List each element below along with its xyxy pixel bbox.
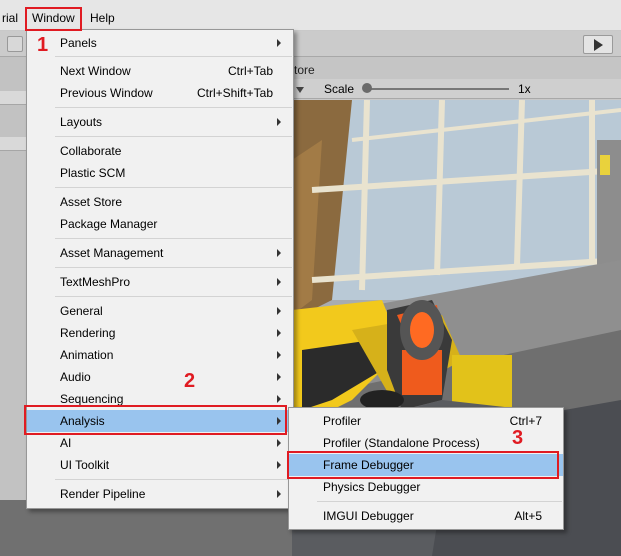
menubar-item-tutorial[interactable]: rial — [2, 11, 18, 25]
menu-item-label: General — [60, 304, 103, 318]
menu-item-label: Asset Management — [60, 246, 164, 260]
menu-separator — [55, 56, 292, 57]
menu-separator — [55, 187, 292, 188]
chevron-right-icon — [277, 439, 283, 447]
menu-item-label: Render Pipeline — [60, 487, 146, 501]
menu-item-asset-store[interactable]: Asset Store — [27, 191, 293, 213]
menu-item-animation[interactable]: Animation — [27, 344, 293, 366]
chevron-right-icon — [277, 307, 283, 315]
chevron-right-icon — [277, 461, 283, 469]
step-number-2: 2 — [184, 370, 196, 392]
menu-item-shortcut: Alt+5 — [514, 509, 542, 523]
menu-item-textmeshpro[interactable]: TextMeshPro — [27, 271, 293, 293]
tab-strip: tore — [292, 57, 621, 79]
menu-separator — [55, 479, 292, 480]
menu-separator — [55, 296, 292, 297]
menu-separator — [55, 107, 292, 108]
menu-item-render-pipeline[interactable]: Render Pipeline — [27, 483, 293, 505]
menu-item-ui-toolkit[interactable]: UI Toolkit — [27, 454, 293, 476]
menu-separator — [55, 136, 292, 137]
menu-item-label: Layouts — [60, 115, 103, 129]
step-number-3: 3 — [512, 427, 524, 449]
chevron-right-icon — [277, 249, 283, 257]
toolbar-button[interactable] — [7, 36, 23, 52]
hierarchy-panel-edge — [0, 57, 28, 556]
chevron-right-icon — [277, 329, 283, 337]
menu-separator — [55, 238, 292, 239]
menu-item-rendering[interactable]: Rendering — [27, 322, 293, 344]
highlight-box-analysis — [24, 405, 287, 435]
chevron-right-icon — [277, 373, 283, 381]
menu-bar: rial Window Help — [0, 0, 621, 31]
menu-item-package-manager[interactable]: Package Manager — [27, 213, 293, 235]
chevron-right-icon — [277, 490, 283, 498]
menu-item-ai[interactable]: AI — [27, 432, 293, 454]
highlight-box-window-menu — [25, 7, 82, 31]
asset-store-tab-label[interactable]: tore — [294, 63, 315, 77]
menu-item-label: Profiler — [323, 414, 362, 428]
scale-slider-track[interactable] — [364, 88, 509, 90]
menu-item-imgui-debugger[interactable]: IMGUI Debugger Alt+5 — [289, 505, 563, 527]
menu-separator — [55, 267, 292, 268]
menu-item-layouts[interactable]: Layouts — [27, 111, 293, 133]
menu-item-label: Rendering — [60, 326, 116, 340]
scale-value: 1x — [518, 82, 531, 96]
step-number-1: 1 — [37, 34, 49, 56]
menu-item-label: TextMeshPro — [60, 275, 131, 289]
menu-item-shortcut: Ctrl+Shift+Tab — [196, 86, 273, 100]
menu-item-audio[interactable]: Audio — [27, 366, 293, 388]
menu-item-label: Collaborate — [60, 144, 122, 158]
menu-item-label: Profiler (Standalone Process) — [323, 436, 480, 450]
play-button[interactable] — [583, 35, 613, 54]
menu-item-label: Audio — [60, 370, 91, 384]
menu-item-label: AI — [60, 436, 72, 450]
chevron-right-icon — [277, 351, 283, 359]
menu-item-label: Asset Store — [60, 195, 123, 209]
chevron-right-icon — [277, 39, 283, 47]
menu-item-asset-management[interactable]: Asset Management — [27, 242, 293, 264]
menu-item-shortcut: Ctrl+Tab — [227, 64, 273, 78]
menu-item-label: Plastic SCM — [60, 166, 126, 180]
menu-item-label: Panels — [60, 36, 97, 50]
menu-item-label: Sequencing — [60, 392, 124, 406]
menu-item-label: Previous Window — [60, 86, 153, 100]
menu-item-collaborate[interactable]: Collaborate — [27, 140, 293, 162]
menu-item-label: Physics Debugger — [323, 480, 421, 494]
chevron-right-icon — [277, 395, 283, 403]
menu-item-previous-window[interactable]: Previous Window Ctrl+Shift+Tab — [27, 82, 293, 104]
game-view-toolbar: Scale 1x — [292, 79, 621, 99]
menu-item-plastic-scm[interactable]: Plastic SCM — [27, 162, 293, 184]
chevron-right-icon — [277, 278, 283, 286]
menubar-item-help[interactable]: Help — [90, 11, 115, 25]
scale-slider-handle[interactable] — [362, 83, 372, 93]
menu-item-panels[interactable]: Panels — [27, 32, 293, 54]
menu-item-physics-debugger[interactable]: Physics Debugger — [289, 476, 563, 498]
menu-item-label: Package Manager — [60, 217, 158, 231]
window-menu: Panels Next Window Ctrl+Tab Previous Wind… — [26, 29, 294, 509]
highlight-box-frame-debugger — [287, 451, 559, 479]
menu-separator — [317, 501, 562, 502]
menu-item-general[interactable]: General — [27, 300, 293, 322]
menu-item-label: Animation — [60, 348, 114, 362]
scale-label: Scale — [324, 82, 355, 96]
menu-item-label: Next Window — [60, 64, 131, 78]
menu-item-label: IMGUI Debugger — [323, 509, 414, 523]
chevron-right-icon — [277, 118, 283, 126]
menu-item-label: UI Toolkit — [60, 458, 110, 472]
menu-item-next-window[interactable]: Next Window Ctrl+Tab — [27, 60, 293, 82]
